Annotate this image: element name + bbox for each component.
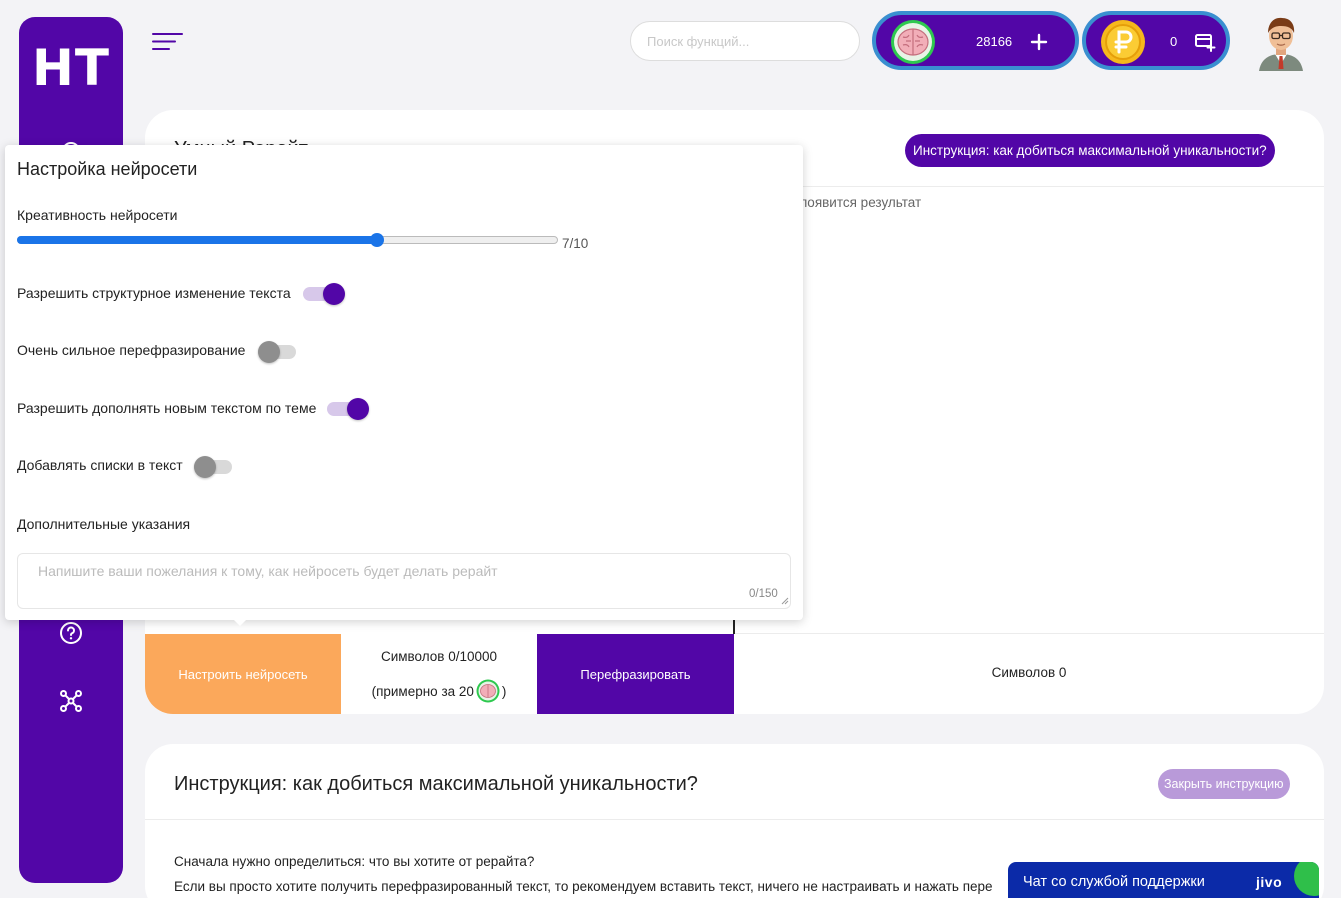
input-symbols-count: Символов 0/10000 [380, 649, 498, 664]
instructions-paragraph: Сначала нужно определиться: что вы хотит… [174, 854, 535, 869]
slider-thumb[interactable] [370, 233, 384, 247]
brain-icon [890, 19, 936, 65]
close-instructions-button[interactable]: Закрыть инструкцию [1158, 769, 1290, 799]
input-char-counter: Символов 0/10000 (примерно за 20 ) [341, 634, 537, 714]
add-balance-button[interactable] [1028, 31, 1050, 53]
chat-label: Чат со службой поддержки [1023, 874, 1205, 890]
network-settings-popup: Настройка нейросети Креативность нейросе… [5, 145, 803, 620]
menu-icon[interactable] [152, 32, 184, 56]
avatar[interactable] [1253, 11, 1309, 71]
extra-instructions-label: Дополнительные указания [17, 516, 191, 532]
setup-network-button[interactable]: Настроить нейросеть [145, 634, 341, 714]
instructions-divider [145, 819, 1324, 820]
chat-status-dot [1294, 862, 1319, 896]
jivo-logo: jivo [1256, 874, 1283, 890]
toggle-structural-change[interactable] [303, 282, 345, 306]
instructions-paragraph: Если вы просто хотите получить перефрази… [174, 879, 993, 894]
brain-balance-value: 28166 [976, 34, 1013, 49]
toggle-add-new-text[interactable] [327, 397, 369, 421]
approx-cost: (примерно за 20 ) [341, 679, 537, 703]
rub-balance-value: 0 [1170, 34, 1178, 49]
option-label: Разрешить дополнять новым текстом по тем… [17, 400, 317, 416]
resize-grip-icon[interactable] [781, 597, 789, 605]
option-label: Добавлять списки в текст [17, 457, 183, 473]
text-cursor [733, 618, 735, 634]
instruction-button[interactable]: Инструкция: как добиться максимальной ун… [905, 134, 1275, 167]
result-placeholder: появится результат [800, 195, 922, 210]
approx-cost-text: (примерно за 20 [371, 683, 474, 699]
search-input[interactable] [630, 21, 860, 61]
popup-title: Настройка нейросети [17, 159, 198, 179]
logo[interactable]: НТ [19, 39, 123, 97]
toggle-add-lists[interactable] [194, 455, 236, 479]
toggle-strong-paraphrase[interactable] [258, 340, 300, 364]
rub-balance-pill: 0 [1082, 11, 1230, 70]
approx-cost-close: ) [501, 683, 507, 699]
creativity-slider[interactable] [17, 233, 558, 247]
action-bar: Настроить нейросеть Символов 0/10000 (пр… [145, 634, 1324, 714]
extra-instructions-counter: 0/150 [749, 588, 778, 600]
rephrase-button[interactable]: Перефразировать [537, 634, 734, 714]
card-add-icon[interactable] [1194, 31, 1216, 53]
extra-instructions-field[interactable] [17, 553, 791, 609]
option-label: Разрешить структурное изменение текста [17, 285, 291, 301]
brain-balance-pill: 28166 [872, 11, 1079, 70]
help-icon[interactable] [57, 619, 85, 647]
creativity-value: 7/10 [562, 236, 589, 251]
brain-icon [476, 679, 500, 703]
popup-arrow [232, 618, 248, 626]
result-symbols-count: Символов 0 [991, 665, 1067, 680]
network-icon[interactable] [57, 687, 85, 715]
slider-fill [17, 236, 377, 244]
option-label: Очень сильное перефразирование [17, 342, 246, 358]
creativity-label: Креативность нейросети [17, 207, 178, 223]
instructions-title: Инструкция: как добиться максимальной ун… [174, 773, 698, 795]
ruble-coin-icon [1100, 19, 1146, 65]
support-chat-widget[interactable]: Чат со службой поддержки jivo [1008, 862, 1319, 898]
